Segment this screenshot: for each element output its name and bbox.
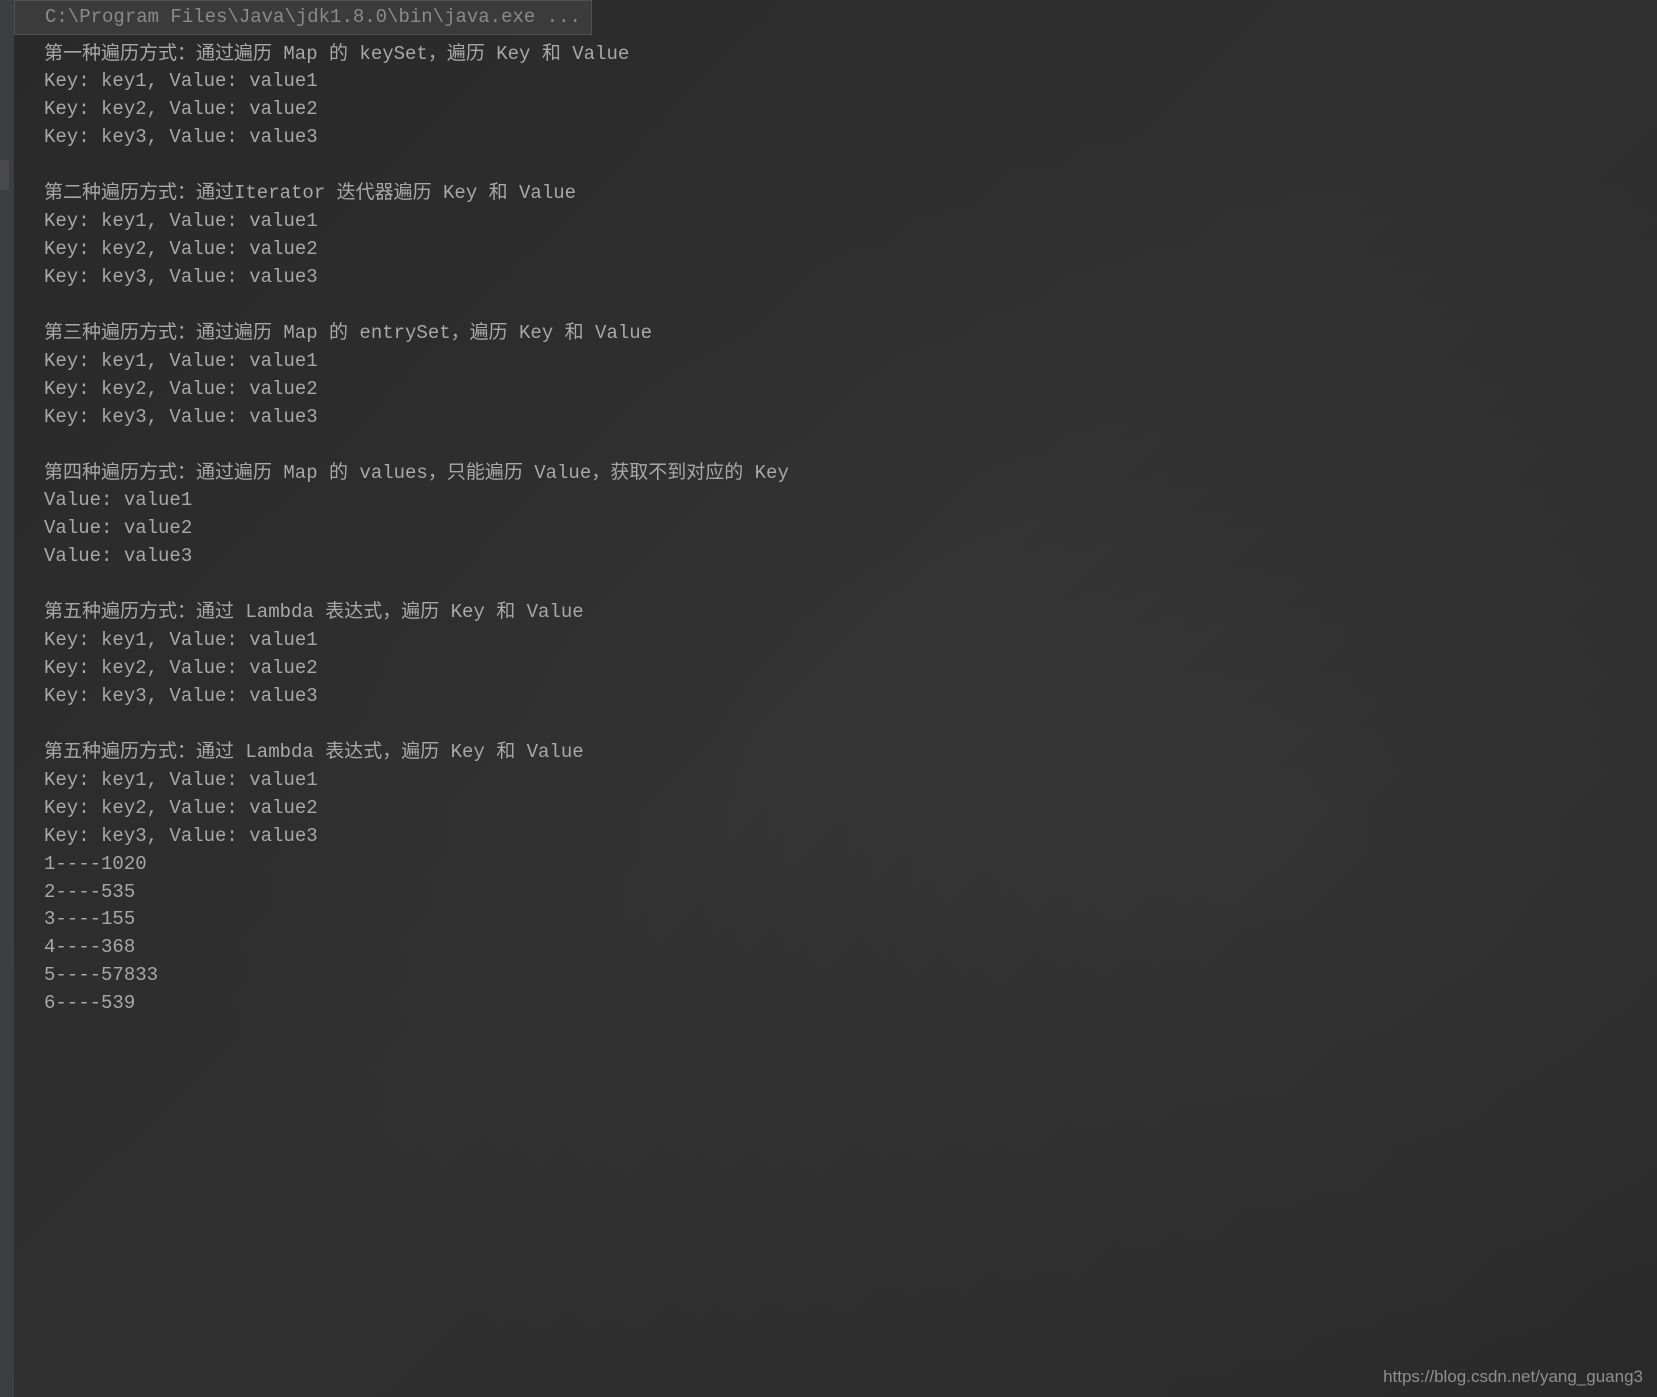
timing-line: 5----57833 bbox=[44, 962, 1657, 990]
console-output: 第一种遍历方式：通过遍历 Map 的 keySet，遍历 Key 和 Value… bbox=[14, 35, 1657, 1019]
output-line: Key: key1, Value: value1 bbox=[44, 767, 1657, 795]
output-line: Key: key1, Value: value1 bbox=[44, 208, 1657, 236]
blank-line bbox=[44, 571, 1657, 599]
blank-line bbox=[44, 432, 1657, 460]
section-title: 第五种遍历方式：通过 Lambda 表达式，遍历 Key 和 Value bbox=[44, 739, 1657, 767]
watermark-text: https://blog.csdn.net/yang_guang3 bbox=[1383, 1364, 1643, 1390]
tool-sidebar bbox=[0, 0, 14, 1397]
timing-line: 1----1020 bbox=[44, 851, 1657, 879]
output-line: Key: key1, Value: value1 bbox=[44, 627, 1657, 655]
output-line: Key: key2, Value: value2 bbox=[44, 376, 1657, 404]
blank-line bbox=[44, 152, 1657, 180]
output-line: Key: key3, Value: value3 bbox=[44, 264, 1657, 292]
command-header[interactable]: C:\Program Files\Java\jdk1.8.0\bin\java.… bbox=[14, 0, 592, 35]
section-title: 第五种遍历方式：通过 Lambda 表达式，遍历 Key 和 Value bbox=[44, 599, 1657, 627]
timing-line: 4----368 bbox=[44, 934, 1657, 962]
output-line: Key: key3, Value: value3 bbox=[44, 124, 1657, 152]
output-line: Key: key2, Value: value2 bbox=[44, 795, 1657, 823]
output-line: Value: value2 bbox=[44, 515, 1657, 543]
blank-line bbox=[44, 292, 1657, 320]
output-line: Key: key3, Value: value3 bbox=[44, 823, 1657, 851]
section-title: 第一种遍历方式：通过遍历 Map 的 keySet，遍历 Key 和 Value bbox=[44, 41, 1657, 69]
timing-line: 6----539 bbox=[44, 990, 1657, 1018]
tool-button[interactable] bbox=[0, 160, 9, 190]
blank-line bbox=[44, 711, 1657, 739]
section-title: 第三种遍历方式：通过遍历 Map 的 entrySet，遍历 Key 和 Val… bbox=[44, 320, 1657, 348]
output-line: Key: key2, Value: value2 bbox=[44, 655, 1657, 683]
output-line: Key: key3, Value: value3 bbox=[44, 404, 1657, 432]
console-output-area[interactable]: C:\Program Files\Java\jdk1.8.0\bin\java.… bbox=[14, 0, 1657, 1397]
timing-line: 3----155 bbox=[44, 906, 1657, 934]
output-line: Key: key2, Value: value2 bbox=[44, 96, 1657, 124]
output-line: Key: key2, Value: value2 bbox=[44, 236, 1657, 264]
section-title: 第二种遍历方式：通过Iterator 迭代器遍历 Key 和 Value bbox=[44, 180, 1657, 208]
section-title: 第四种遍历方式：通过遍历 Map 的 values，只能遍历 Value，获取不… bbox=[44, 460, 1657, 488]
timing-line: 2----535 bbox=[44, 879, 1657, 907]
output-line: Key: key1, Value: value1 bbox=[44, 68, 1657, 96]
output-line: Key: key3, Value: value3 bbox=[44, 683, 1657, 711]
output-line: Value: value1 bbox=[44, 487, 1657, 515]
output-line: Key: key1, Value: value1 bbox=[44, 348, 1657, 376]
output-line: Value: value3 bbox=[44, 543, 1657, 571]
